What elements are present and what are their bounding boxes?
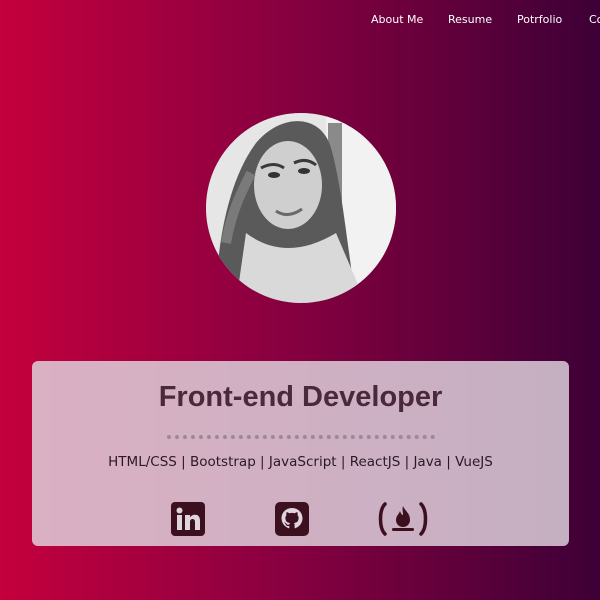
nav-about-me[interactable]: About Me (371, 13, 423, 26)
nav-resume[interactable]: Resume (448, 13, 492, 26)
dotted-divider (167, 435, 435, 439)
github-icon[interactable] (275, 502, 309, 536)
profile-card: Front-end Developer HTML/CSS | Bootstrap… (32, 361, 569, 546)
top-nav: About Me Resume Potrfolio Co (0, 0, 600, 40)
skills-list: HTML/CSS | Bootstrap | JavaScript | Reac… (108, 454, 493, 470)
avatar (206, 113, 396, 303)
nav-portfolio[interactable]: Potrfolio (517, 13, 562, 26)
freecodecamp-icon[interactable] (376, 502, 430, 536)
card-title: Front-end Developer (158, 381, 443, 413)
nav-contact[interactable]: Co (589, 13, 600, 26)
linkedin-icon[interactable] (171, 502, 205, 536)
avatar-photo (206, 113, 396, 303)
